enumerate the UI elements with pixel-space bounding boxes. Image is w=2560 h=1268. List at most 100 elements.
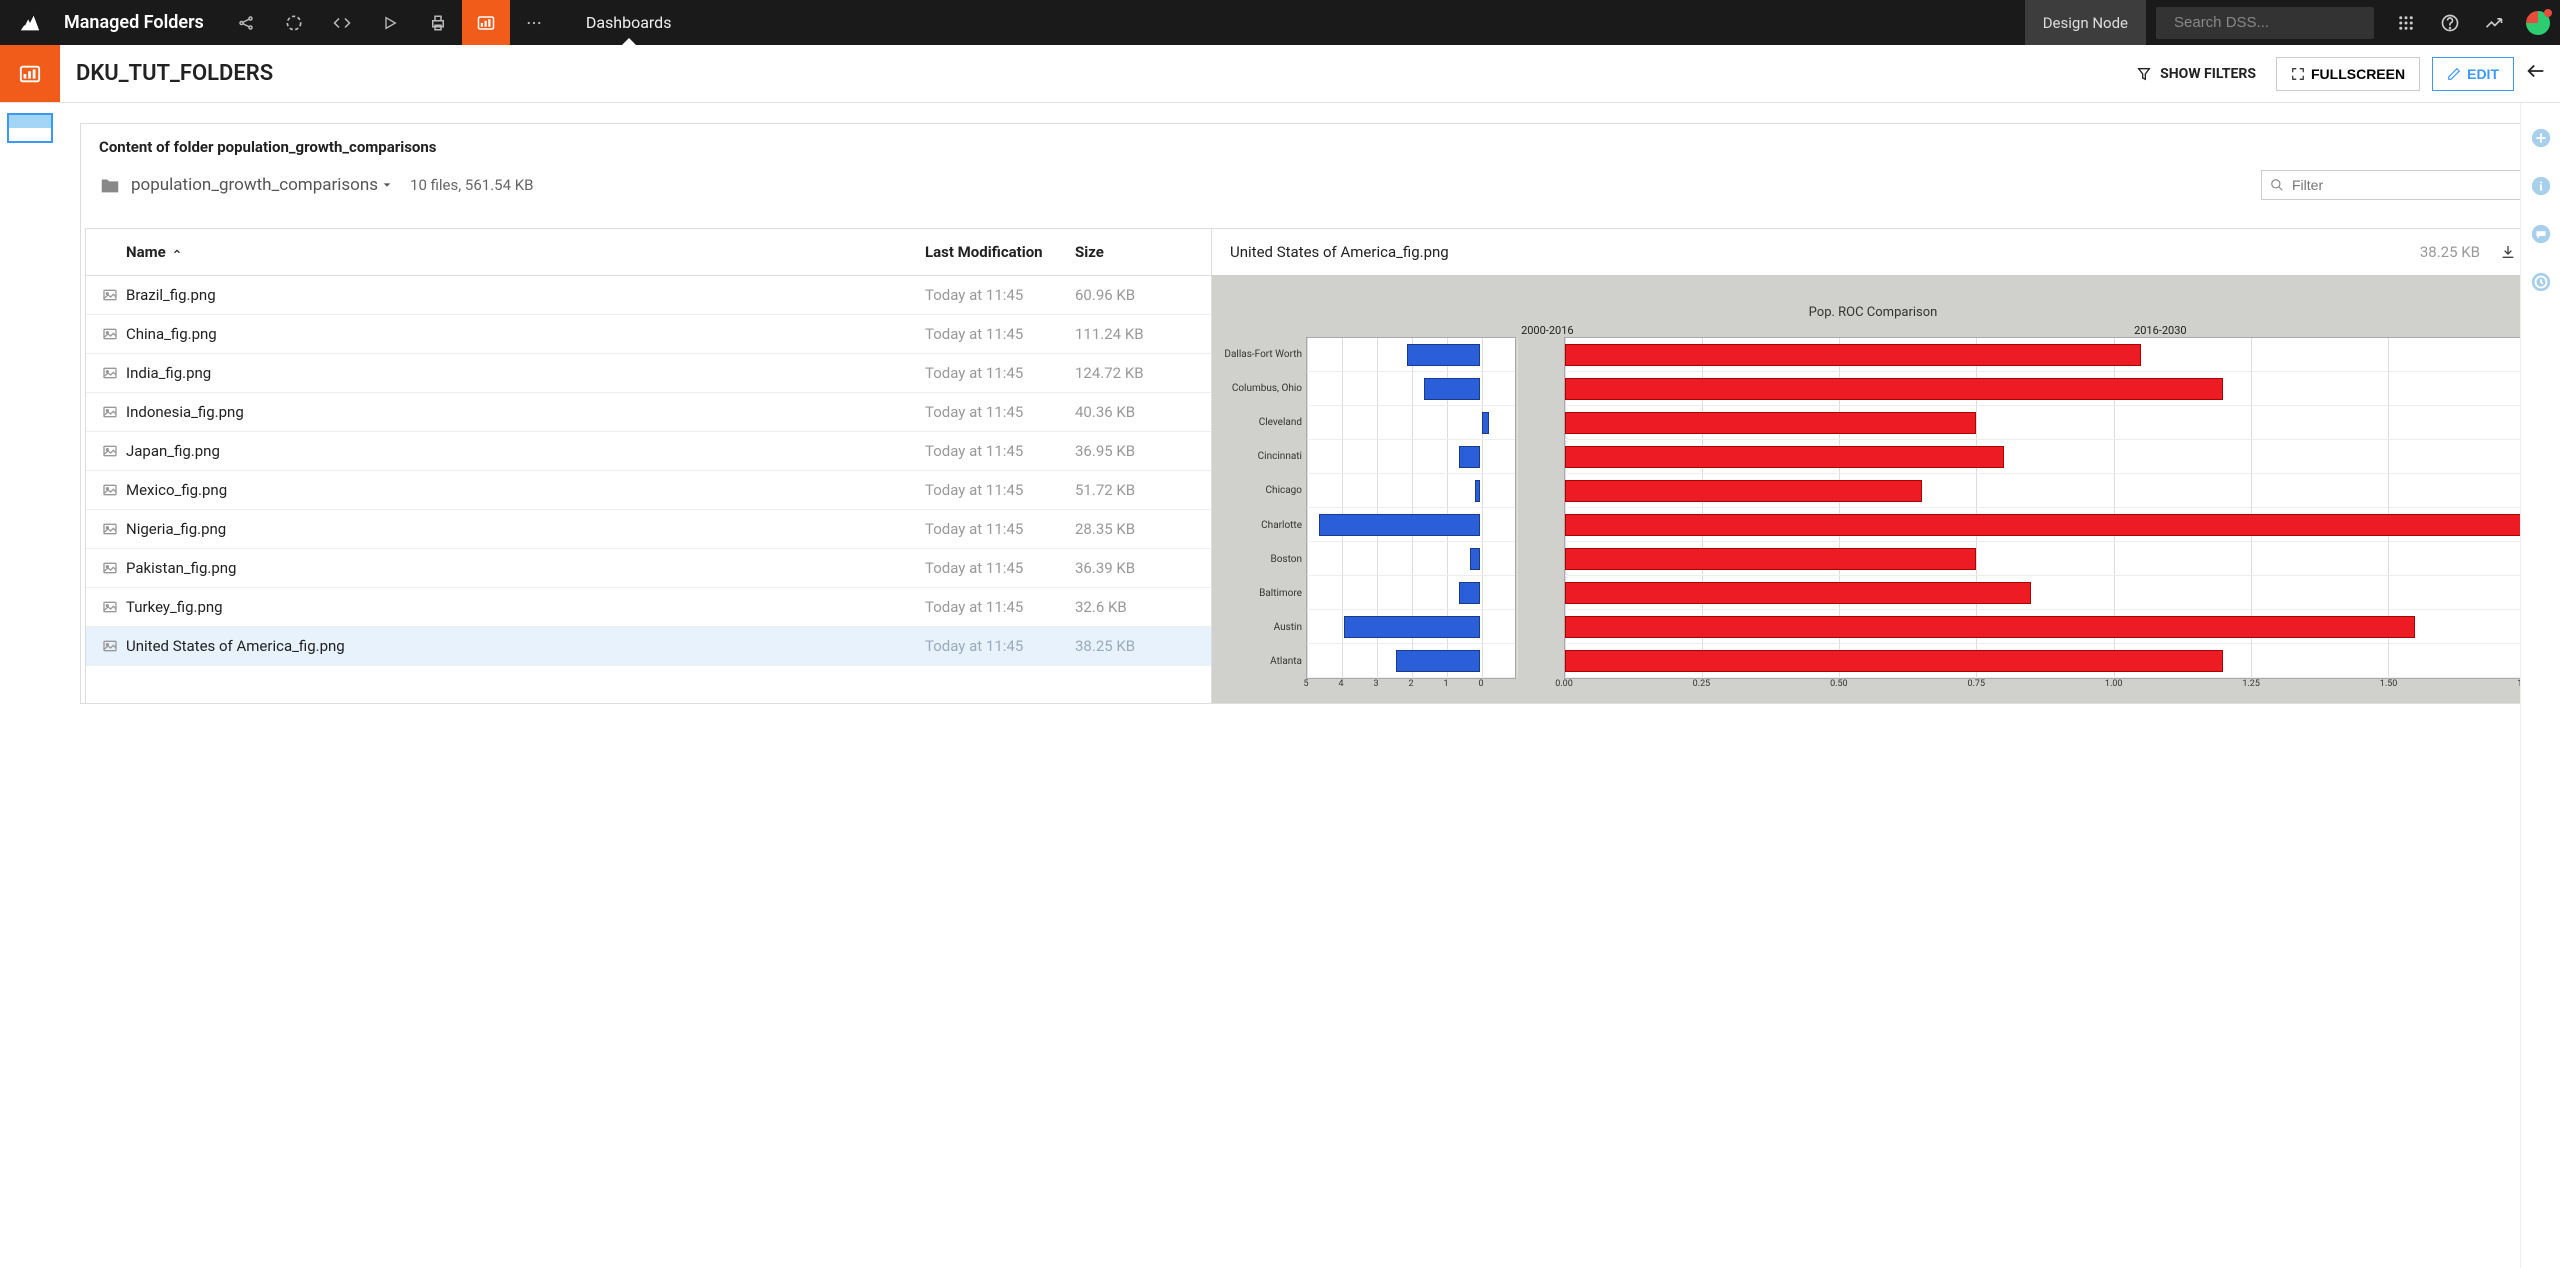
comments-button[interactable] — [2530, 223, 2552, 245]
main-area: Content of folder population_growth_comp… — [0, 103, 2560, 1268]
bar-blue — [1344, 616, 1481, 638]
slide-thumbnails — [0, 103, 60, 1268]
chart-right-panel — [1564, 337, 2526, 679]
fullscreen-button[interactable]: FULLSCREEN — [2276, 57, 2420, 91]
share-icon[interactable] — [222, 0, 270, 45]
file-mod: Today at 11:45 — [925, 637, 1075, 655]
slide-thumbnail-1[interactable] — [7, 113, 53, 143]
tab-dashboards[interactable]: Dashboards — [558, 0, 700, 45]
user-avatar[interactable] — [2516, 0, 2560, 45]
app-logo[interactable] — [0, 0, 60, 45]
page-title: DKU_TUT_FOLDERS — [76, 61, 273, 86]
folder-name-label: population_growth_comparisons — [131, 175, 378, 195]
y-axis-label: Austin — [1220, 611, 1306, 645]
file-size: 40.36 KB — [1075, 403, 1195, 421]
folder-stats: 10 files, 561.54 KB — [410, 176, 534, 194]
table-row[interactable]: India_fig.png Today at 11:45 124.72 KB — [86, 354, 1211, 393]
bar-blue — [1424, 378, 1480, 400]
bar-red — [1565, 344, 2141, 366]
folder-name-dropdown[interactable]: population_growth_comparisons — [131, 175, 392, 195]
info-button[interactable]: i — [2530, 175, 2552, 197]
print-icon[interactable] — [414, 0, 462, 45]
column-header-mod[interactable]: Last Modification — [925, 243, 1075, 261]
file-name: India_fig.png — [126, 364, 925, 382]
preview-panel: United States of America_fig.png 38.25 K… — [1212, 228, 2535, 703]
top-nav: Managed Folders Dashboards Design Node — [0, 0, 2560, 45]
file-mod: Today at 11:45 — [925, 364, 1075, 382]
table-row[interactable]: Japan_fig.png Today at 11:45 36.95 KB — [86, 432, 1211, 471]
file-size: 124.72 KB — [1075, 364, 1195, 382]
top-nav-right: Design Node — [2025, 0, 2560, 45]
table-row[interactable]: Indonesia_fig.png Today at 11:45 40.36 K… — [86, 393, 1211, 432]
image-icon — [102, 404, 126, 420]
play-icon[interactable] — [366, 0, 414, 45]
image-icon — [102, 638, 126, 654]
bar-red — [1565, 616, 2415, 638]
bar-blue — [1482, 412, 1489, 434]
table-row[interactable]: Turkey_fig.png Today at 11:45 32.6 KB — [86, 588, 1211, 627]
folder-breadcrumb-row: population_growth_comparisons 10 files, … — [81, 164, 2539, 216]
bar-red — [1565, 412, 1976, 434]
file-name: Nigeria_fig.png — [126, 520, 925, 538]
table-row[interactable]: United States of America_fig.png Today a… — [86, 627, 1211, 666]
file-size: 36.95 KB — [1075, 442, 1195, 460]
column-header-size[interactable]: Size — [1075, 243, 1195, 261]
file-name: Indonesia_fig.png — [126, 403, 925, 421]
file-mod: Today at 11:45 — [925, 442, 1075, 460]
activity-icon[interactable] — [2472, 0, 2516, 45]
help-icon[interactable] — [2428, 0, 2472, 45]
table-row[interactable]: Mexico_fig.png Today at 11:45 51.72 KB — [86, 471, 1211, 510]
design-node-badge[interactable]: Design Node — [2025, 0, 2146, 45]
file-name: Mexico_fig.png — [126, 481, 925, 499]
y-axis-label: Charlotte — [1220, 508, 1306, 542]
bar-red — [1565, 582, 2031, 604]
history-button[interactable] — [2530, 271, 2552, 293]
apps-icon[interactable] — [2384, 0, 2428, 45]
file-name: Japan_fig.png — [126, 442, 925, 460]
file-mod: Today at 11:45 — [925, 286, 1075, 304]
file-mod: Today at 11:45 — [925, 598, 1075, 616]
preview-filename: United States of America_fig.png — [1230, 243, 1449, 261]
dashboard-type-icon — [0, 45, 60, 102]
global-search[interactable] — [2156, 7, 2374, 39]
preview-body: Pop. ROC Comparison 2000-2016 2016-2030 … — [1212, 275, 2534, 703]
project-title[interactable]: Managed Folders — [60, 12, 222, 33]
dashboard-icon[interactable] — [462, 0, 510, 45]
y-axis-label: Chicago — [1220, 474, 1306, 508]
edit-button[interactable]: EDIT — [2432, 57, 2514, 91]
subheader: DKU_TUT_FOLDERS SHOW FILTERS FULLSCREEN … — [0, 45, 2560, 103]
back-arrow-button[interactable] — [2516, 60, 2556, 82]
filter-box[interactable] — [2261, 170, 2521, 200]
bar-red — [1565, 514, 2525, 536]
file-name: Brazil_fig.png — [126, 286, 925, 304]
bar-red — [1565, 378, 2223, 400]
flow-icon[interactable] — [270, 0, 318, 45]
add-tile-button[interactable] — [2530, 127, 2552, 149]
image-icon — [102, 560, 126, 576]
x-ticks-right: 0.000.250.500.751.001.251.501.75 — [1564, 679, 2526, 695]
global-search-input[interactable] — [2174, 14, 2373, 31]
subheader-actions: SHOW FILTERS FULLSCREEN EDIT — [2128, 57, 2560, 91]
show-filters-button[interactable]: SHOW FILTERS — [2128, 66, 2264, 82]
y-axis-label: Atlanta — [1220, 645, 1306, 679]
file-name: China_fig.png — [126, 325, 925, 343]
bar-red — [1565, 446, 2004, 468]
file-mod: Today at 11:45 — [925, 325, 1075, 343]
filter-input[interactable] — [2292, 177, 2512, 193]
more-icon[interactable] — [510, 0, 558, 45]
chart-subtitle-right: 2016-2030 — [1795, 324, 2526, 337]
download-button[interactable] — [2500, 244, 2516, 260]
bar-blue — [1319, 514, 1480, 536]
file-size: 36.39 KB — [1075, 559, 1195, 577]
table-row[interactable]: Pakistan_fig.png Today at 11:45 36.39 KB — [86, 549, 1211, 588]
table-row[interactable]: Nigeria_fig.png Today at 11:45 28.35 KB — [86, 510, 1211, 549]
x-ticks-left: 543210 — [1306, 679, 1516, 695]
column-header-name[interactable]: Name — [102, 243, 925, 261]
table-row[interactable]: China_fig.png Today at 11:45 111.24 KB — [86, 315, 1211, 354]
image-icon — [102, 326, 126, 342]
y-axis-label: Cincinnati — [1220, 440, 1306, 474]
code-icon[interactable] — [318, 0, 366, 45]
table-row[interactable]: Brazil_fig.png Today at 11:45 60.96 KB — [86, 276, 1211, 315]
fullscreen-icon — [2291, 67, 2305, 81]
y-axis-label: Baltimore — [1220, 576, 1306, 610]
